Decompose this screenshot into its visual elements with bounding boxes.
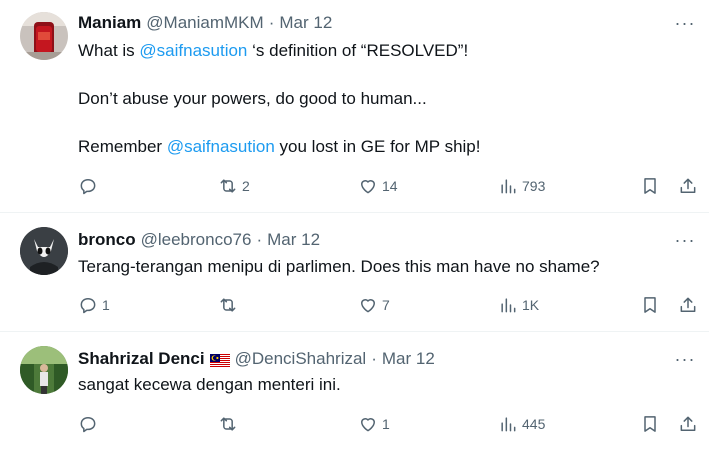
views-count: 1K bbox=[522, 297, 540, 313]
bookmark-icon bbox=[644, 297, 656, 313]
bookmark-button[interactable] bbox=[640, 174, 660, 198]
tweet-paragraph: What is @saifnasution ‘s definition of “… bbox=[78, 39, 689, 63]
tweet-date[interactable]: Mar 12 bbox=[279, 12, 332, 34]
reply-button[interactable] bbox=[78, 412, 102, 436]
repost-icon bbox=[220, 179, 236, 193]
avatar[interactable] bbox=[20, 12, 68, 60]
text-span: you lost in GE for MP ship! bbox=[274, 137, 481, 156]
like-button[interactable]: 1 bbox=[358, 412, 390, 436]
text-span: ‘s definition of “RESOLVED”! bbox=[247, 41, 469, 60]
reply-icon bbox=[80, 298, 96, 314]
tweet-text: What is @saifnasution ‘s definition of “… bbox=[78, 39, 689, 159]
mention-link[interactable]: @saifnasution bbox=[139, 41, 247, 60]
bookmark-icon bbox=[644, 178, 656, 194]
tweet[interactable]: Maniam @ManiamMKM · Mar 12 ··· What is @… bbox=[0, 0, 709, 212]
author-name[interactable]: Shahrizal Denci bbox=[78, 348, 205, 370]
author-name[interactable]: Maniam bbox=[78, 12, 141, 34]
tweet-header: bronco @leebronco76 · Mar 12 bbox=[78, 229, 320, 251]
tweet-date[interactable]: Mar 12 bbox=[382, 348, 435, 370]
tweet-paragraph: Don’t abuse your powers, do good to huma… bbox=[78, 89, 427, 108]
avatar[interactable] bbox=[20, 346, 68, 394]
share-button[interactable] bbox=[678, 174, 698, 198]
like-button[interactable]: 7 bbox=[358, 293, 390, 317]
share-icon bbox=[680, 297, 696, 312]
tweet-text: Terang-terangan menipu di parlimen. Does… bbox=[78, 255, 689, 279]
share-button[interactable] bbox=[678, 412, 698, 436]
author-handle[interactable]: @ManiamMKM bbox=[146, 12, 263, 34]
separator-dot: · bbox=[268, 13, 275, 32]
malaysia-flag-icon bbox=[209, 352, 230, 368]
repost-icon bbox=[220, 417, 236, 431]
author-handle[interactable]: @DenciShahrizal bbox=[235, 348, 367, 370]
views-icon bbox=[501, 417, 516, 432]
repost-button[interactable]: 2 bbox=[218, 174, 250, 198]
like-count: 7 bbox=[382, 297, 390, 313]
views-count: 793 bbox=[522, 178, 546, 194]
views-count: 445 bbox=[522, 416, 546, 432]
author-handle[interactable]: @leebronco76 bbox=[141, 229, 252, 251]
avatar[interactable] bbox=[20, 227, 68, 275]
action-bar: 1 445 bbox=[0, 412, 709, 436]
bookmark-icon bbox=[644, 416, 656, 432]
separator-dot: · bbox=[256, 230, 263, 249]
bookmark-button[interactable] bbox=[640, 412, 660, 436]
tweet-date[interactable]: Mar 12 bbox=[267, 229, 320, 251]
views-button[interactable]: 445 bbox=[498, 412, 545, 436]
separator-dot: · bbox=[371, 349, 377, 368]
heart-icon bbox=[361, 180, 375, 194]
more-options-icon[interactable]: ··· bbox=[675, 349, 695, 369]
more-options-icon[interactable]: ··· bbox=[675, 13, 695, 33]
share-icon bbox=[680, 416, 696, 431]
reply-icon bbox=[80, 417, 96, 433]
tweet-paragraph: Terang-terangan menipu di parlimen. Does… bbox=[78, 257, 600, 276]
action-bar: 2 14 793 bbox=[0, 174, 709, 198]
reply-count: 1 bbox=[102, 297, 110, 313]
tweet-header: Maniam @ManiamMKM · Mar 12 bbox=[78, 12, 332, 34]
share-button[interactable] bbox=[678, 293, 698, 317]
like-count: 14 bbox=[382, 178, 398, 194]
text-span: What is bbox=[78, 41, 140, 60]
views-button[interactable]: 793 bbox=[498, 174, 545, 198]
like-count: 1 bbox=[382, 416, 390, 432]
heart-icon bbox=[361, 418, 375, 432]
repost-icon bbox=[220, 298, 236, 312]
views-button[interactable]: 1K bbox=[498, 293, 539, 317]
tweet-header: Shahrizal Denci @DenciShahrizal · Mar 12 bbox=[78, 348, 435, 370]
reply-button[interactable] bbox=[78, 174, 102, 198]
views-icon bbox=[501, 298, 516, 313]
tweet-feed: Maniam @ManiamMKM · Mar 12 ··· What is @… bbox=[0, 0, 709, 466]
reply-icon bbox=[80, 179, 96, 195]
repost-button[interactable] bbox=[218, 293, 242, 317]
more-options-icon[interactable]: ··· bbox=[675, 230, 695, 250]
mention-link[interactable]: @saifnasution bbox=[167, 137, 275, 156]
action-bar: 1 7 1K bbox=[0, 293, 709, 317]
share-icon bbox=[680, 178, 696, 193]
tweet[interactable]: Shahrizal Denci @DenciShahrizal · Mar 12… bbox=[0, 332, 709, 466]
author-name[interactable]: bronco bbox=[78, 229, 136, 251]
views-icon bbox=[501, 179, 516, 194]
text-span: Remember bbox=[78, 137, 167, 156]
tweet-paragraph: Remember @saifnasution you lost in GE fo… bbox=[78, 135, 689, 159]
bookmark-button[interactable] bbox=[640, 293, 660, 317]
like-button[interactable]: 14 bbox=[358, 174, 398, 198]
tweet-paragraph: sangat kecewa dengan menteri ini. bbox=[78, 375, 341, 394]
tweet-text: sangat kecewa dengan menteri ini. bbox=[78, 373, 689, 397]
repost-count: 2 bbox=[242, 178, 250, 194]
tweet[interactable]: bronco @leebronco76 · Mar 12 ··· Terang-… bbox=[0, 213, 709, 331]
reply-button[interactable]: 1 bbox=[78, 293, 110, 317]
repost-button[interactable] bbox=[218, 412, 242, 436]
heart-icon bbox=[361, 299, 375, 313]
